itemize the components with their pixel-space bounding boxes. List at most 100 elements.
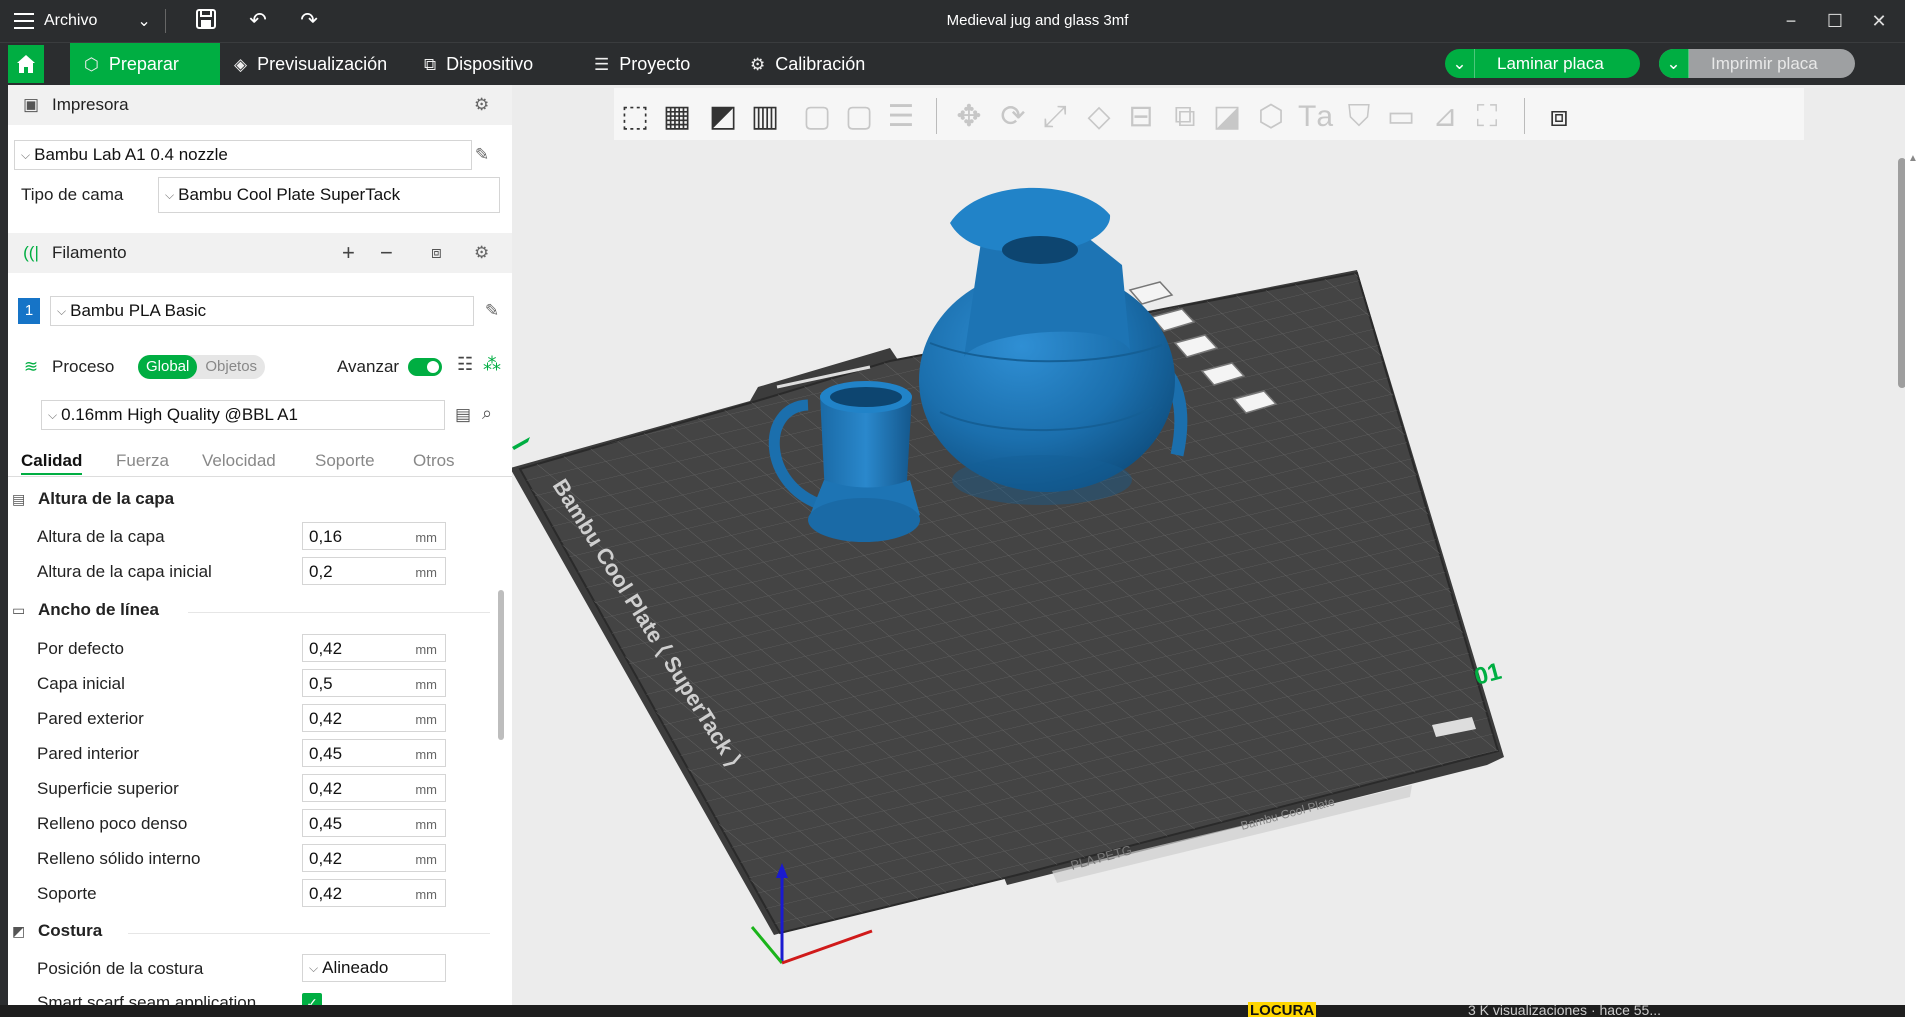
tab-proyecto[interactable]: ☰ Proyecto	[582, 43, 702, 86]
tab-label: Previsualización	[257, 54, 388, 74]
paint-icon[interactable]: ⛉	[1342, 100, 1376, 134]
printer-header: Impresora	[52, 95, 129, 114]
chevron-down-icon: ⌵	[21, 147, 31, 162]
initial-layer-height-input[interactable]: 0,2 mm	[302, 557, 446, 585]
tab-preparar[interactable]: ⬡ Preparar	[70, 43, 220, 86]
unit-label: mm	[415, 852, 437, 867]
maximize-button[interactable]: ☐	[1820, 8, 1850, 34]
seam-position-select[interactable]: ⌵ Alineado	[302, 954, 446, 982]
printer-icon: ▣	[22, 95, 40, 114]
save-icon[interactable]: ▤	[455, 405, 471, 425]
tab-otros[interactable]: Otros	[413, 451, 455, 471]
tab-dispositivo[interactable]: ⧉ Dispositivo	[412, 43, 545, 86]
tab-fuerza[interactable]: Fuerza	[116, 451, 169, 471]
tab-previsualizacion[interactable]: ◈ Previsualización	[222, 43, 399, 86]
lay-on-face-icon[interactable]: ◇	[1082, 100, 1116, 134]
tab-calidad[interactable]: Calidad	[21, 451, 83, 475]
seam-paint-icon[interactable]: ⬡	[1254, 100, 1288, 134]
setting-label: Relleno sólido interno	[37, 849, 201, 868]
3d-viewport[interactable]: Bambu Cool Plate ⟨ SuperTack ⟩ 01 PLA PE…	[512, 85, 1905, 1005]
line-width-solid-infill-input[interactable]: 0,42 mm	[302, 844, 446, 872]
arrange-icon[interactable]: ▥	[748, 100, 782, 134]
add-object-icon[interactable]: ⬚	[618, 100, 652, 134]
close-button[interactable]: ✕	[1864, 8, 1894, 34]
search-icon[interactable]: ⌕	[482, 403, 492, 424]
unit-label: mm	[415, 747, 437, 762]
scope-objects[interactable]: Objetos	[197, 355, 265, 379]
tab-label: Proyecto	[619, 54, 691, 74]
tab-velocidad[interactable]: Velocidad	[202, 451, 276, 471]
minimize-button[interactable]: −	[1776, 8, 1806, 34]
slice-plate-button[interactable]: ⌄ Laminar placa	[1445, 49, 1640, 78]
edit-icon[interactable]: ✎	[482, 301, 502, 321]
auto-orient-icon[interactable]: ◩	[706, 100, 740, 134]
print-plate-label: Imprimir placa	[1711, 53, 1818, 73]
layers-icon[interactable]: ☰	[884, 100, 918, 134]
object-icon[interactable]: ▢	[800, 100, 834, 134]
filament-sync-icon[interactable]: ⧈	[431, 243, 442, 263]
support-paint-icon[interactable]: ◪	[1210, 100, 1244, 134]
advanced-toggle[interactable]	[408, 358, 442, 376]
settings-panel: ▣ Impresora ⚙ ⌵ Bambu Lab A1 0.4 nozzle …	[8, 85, 512, 1005]
line-width-top-surface-input[interactable]: 0,42 mm	[302, 774, 446, 802]
list-view-icon[interactable]: ☷	[457, 354, 473, 375]
gear-icon[interactable]: ⚙	[474, 95, 489, 115]
tab-soporte[interactable]: Soporte	[315, 451, 375, 471]
move-icon[interactable]: ✥	[952, 100, 986, 134]
tab-label: Dispositivo	[446, 54, 534, 74]
add-plate-icon[interactable]: ▦	[660, 100, 694, 134]
split-icon[interactable]: ⊟	[1124, 100, 1158, 134]
chevron-down-icon[interactable]: ⌄	[1445, 49, 1475, 78]
assembly-icon[interactable]: ⊿	[1428, 100, 1462, 134]
unit-label: mm	[415, 530, 437, 545]
chevron-down-icon[interactable]: ⌄	[1659, 49, 1689, 78]
setting-label: Posición de la costura	[37, 959, 204, 978]
layer-height-input[interactable]: 0,16 mm	[302, 522, 446, 550]
rotate-icon[interactable]: ⟳	[996, 100, 1030, 134]
remove-icon[interactable]: −	[380, 240, 393, 266]
text-icon[interactable]: Tа	[1298, 100, 1333, 134]
edit-icon[interactable]: ✎	[472, 145, 492, 165]
scroll-up-icon: ▲	[1908, 153, 1918, 164]
group-title: Ancho de línea	[38, 600, 159, 619]
scene: Bambu Cool Plate ⟨ SuperTack ⟩ 01 PLA PE…	[512, 187, 1504, 965]
printer-section-header: ▣ Impresora ⚙	[8, 85, 512, 125]
process-header: Proceso	[52, 357, 115, 376]
cube-icon: ⬡	[84, 54, 99, 74]
part-icon[interactable]: ▢	[842, 100, 876, 134]
setting-label: Soporte	[37, 884, 97, 903]
boolean-icon[interactable]: ⧉	[1168, 100, 1202, 134]
print-plate-button[interactable]: ⌄ Imprimir placa	[1659, 49, 1855, 78]
panel-scrollbar[interactable]	[498, 590, 504, 740]
smart-scarf-checkbox[interactable]: ✓	[302, 993, 322, 1005]
add-icon[interactable]: +	[342, 240, 355, 266]
setting-value: 0,16	[309, 527, 343, 546]
home-button[interactable]	[8, 45, 44, 83]
bed-type-select[interactable]: ⌵ Bambu Cool Plate SuperTack	[158, 177, 500, 213]
scope-toggle[interactable]: Global Objetos	[138, 355, 266, 379]
plugin-icon[interactable]: ⧈	[1542, 100, 1576, 134]
home-icon	[17, 55, 35, 73]
divider	[936, 98, 937, 134]
filament-select[interactable]: ⌵ Bambu PLA Basic	[50, 296, 474, 326]
chevron-down-icon: ⌵	[48, 407, 58, 422]
line-width-support-input[interactable]: 0,42 mm	[302, 879, 446, 907]
scale-icon[interactable]: ⤢	[1038, 100, 1072, 134]
line-width-sparse-infill-input[interactable]: 0,45 mm	[302, 809, 446, 837]
tab-calibracion[interactable]: ⚙ Calibración	[738, 43, 877, 86]
line-width-inner-wall-input[interactable]: 0,45 mm	[302, 739, 446, 767]
process-profile-select[interactable]: ⌵ 0.16mm High Quality @BBL A1	[41, 400, 445, 430]
setting-label: Altura de la capa	[37, 527, 165, 546]
measure-icon[interactable]: ▭	[1384, 100, 1418, 134]
printer-select[interactable]: ⌵ Bambu Lab A1 0.4 nozzle	[14, 140, 472, 170]
gear-icon[interactable]: ⚙	[474, 243, 489, 263]
fullscreen-icon[interactable]: ⛶	[1470, 100, 1504, 134]
compare-icon[interactable]: ⁂	[483, 354, 501, 375]
plate-edit-marker[interactable]	[512, 437, 530, 450]
scope-global[interactable]: Global	[138, 355, 198, 379]
setting-value: 0,42	[309, 779, 343, 798]
line-width-outer-wall-input[interactable]: 0,42 mm	[302, 704, 446, 732]
line-width-initial-input[interactable]: 0,5 mm	[302, 669, 446, 697]
line-width-default-input[interactable]: 0,42 mm	[302, 634, 446, 662]
filament-slot-badge: 1	[18, 298, 40, 324]
